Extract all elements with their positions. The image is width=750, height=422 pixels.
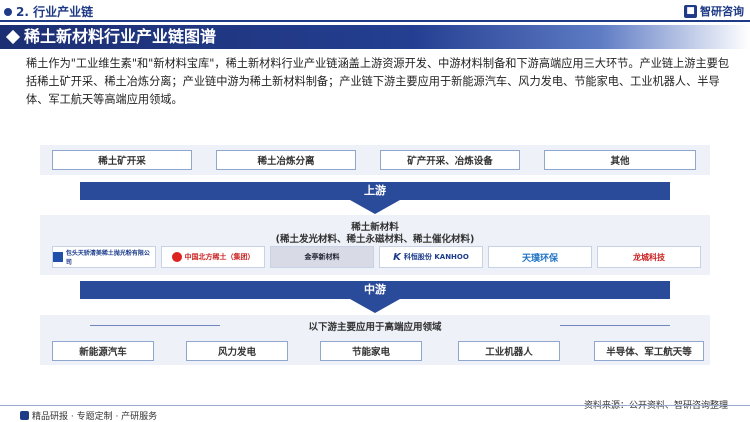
hcpeel-logo: 龙城科技 [597, 246, 701, 268]
footer-divider [0, 405, 750, 406]
brand: ■ 智研咨询 [684, 3, 744, 19]
upstream-item: 稀土矿开采 [52, 150, 192, 170]
kanhoo-logo: K 科恒股份 KANHOO [379, 246, 483, 268]
tianjiao-logo: 包头天骄清美稀土抛光粉有限公司 [52, 246, 156, 268]
section-title-text: 2. 行业产业链 [16, 5, 94, 19]
footer-logo-icon [20, 411, 29, 420]
diamond-icon [5, 29, 21, 45]
midstream-subtitle: (稀土发光材料、稀土永磁材料、稀土催化材料) [275, 234, 475, 245]
banner-title: 稀土新材料行业产业链图谱 [5, 25, 217, 49]
upstream-item: 其他 [544, 150, 696, 170]
downstream-item: 风力发电 [186, 341, 288, 361]
footer-tagline: 精品研报 · 专题定制 · 产研服务 [20, 409, 157, 422]
section-title: 2. 行业产业链 [4, 3, 93, 20]
upstream-label: 上游 [364, 184, 386, 197]
upstream-item: 稀土冶炼分离 [216, 150, 356, 170]
top-divider [0, 20, 750, 22]
footer-tagline-text: 精品研报 · 专题定制 · 产研服务 [32, 412, 158, 422]
brand-logo-icon: ■ [684, 4, 697, 18]
banner-title-text: 稀土新材料行业产业链图谱 [24, 27, 217, 46]
downstream-item: 半导体、军工航天等 [594, 341, 704, 361]
bullet-icon [4, 7, 12, 16]
northern-rare-earth-logo: 中国北方稀土（集团） [161, 246, 265, 268]
upstream-item: 矿产开采、冶炼设备 [380, 150, 520, 170]
midstream-label: 中游 [364, 283, 386, 296]
downstream-item: 新能源汽车 [52, 341, 154, 361]
brand-name: 智研咨询 [700, 5, 744, 18]
downstream-item: 节能家电 [320, 341, 422, 361]
downstream-item: 工业机器人 [458, 341, 560, 361]
downstream-title: 以下游主要应用于高端应用领域 [308, 322, 442, 333]
intro-paragraph: 稀土作为"工业维生素"和"新材料宝库"，稀土新材料行业产业链涵盖上游资源开发、中… [26, 57, 730, 106]
jinting-logo: 金亭新材料 [270, 246, 374, 268]
tianpu-logo: 天璞环保 [488, 246, 592, 268]
